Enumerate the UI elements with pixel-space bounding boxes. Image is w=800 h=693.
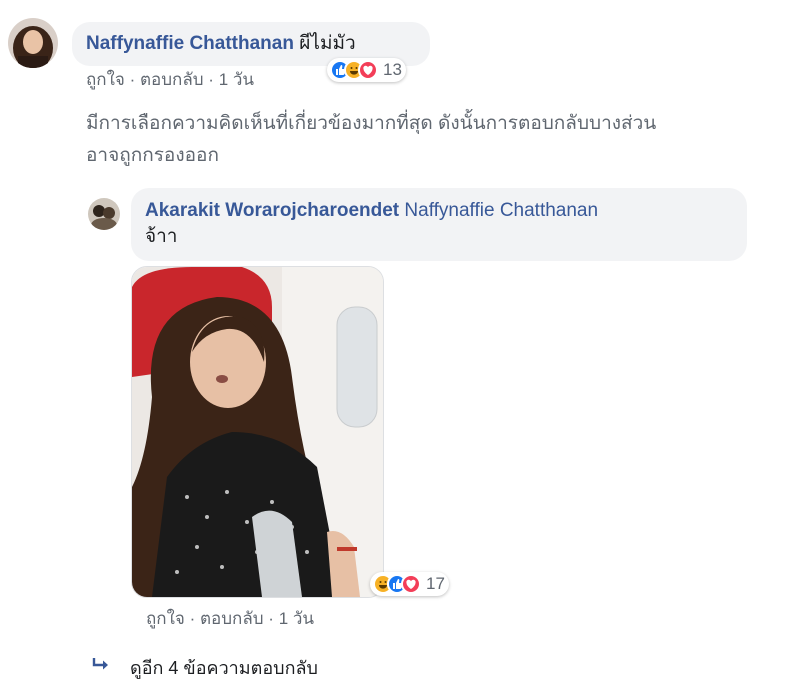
filter-note-line-2: อาจถูกกรองออก — [86, 145, 219, 166]
reply-actions: ถูกใจ · ตอบกลับ · 1 วัน — [146, 608, 314, 630]
tagged-user[interactable]: Naffynaffie Chatthanan — [404, 200, 598, 221]
reaction-count: 13 — [383, 60, 402, 79]
love-icon — [401, 574, 421, 594]
reply-text: จ้าา — [145, 226, 178, 247]
reply-bubble: Akarakit Worarojcharoendet Naffynaffie C… — [131, 188, 747, 261]
reply-author[interactable]: Akarakit Worarojcharoendet — [145, 200, 399, 221]
comment-time[interactable]: 1 วัน — [219, 70, 254, 89]
view-more-replies-label: ดูอีก 4 ข้อความตอบกลับ — [130, 658, 318, 678]
separator: · — [129, 70, 136, 89]
comment-text: ผีไม่มัว — [299, 33, 356, 54]
view-more-replies[interactable]: ดูอีก 4 ข้อความตอบกลับ — [92, 653, 318, 682]
filter-note-line-1: มีการเลือกความคิดเห็นที่เกี่ยวข้องมากที่… — [86, 113, 657, 134]
reaction-count: 17 — [426, 574, 445, 593]
reply-time[interactable]: 1 วัน — [279, 609, 314, 628]
filter-note: มีการเลือกความคิดเห็นที่เกี่ยวข้องมากที่… — [86, 108, 786, 172]
reply-reactions[interactable]: 17 — [370, 572, 449, 596]
comment-author[interactable]: Naffynaffie Chatthanan — [86, 33, 294, 54]
replier-avatar[interactable] — [88, 198, 120, 230]
separator: · — [268, 609, 274, 628]
reply-arrow-icon — [92, 657, 112, 678]
commenter-avatar[interactable] — [8, 18, 58, 68]
comment-actions: ถูกใจ · ตอบกลับ · 1 วัน — [86, 69, 254, 91]
love-icon — [358, 60, 378, 80]
like-link[interactable]: ถูกใจ — [86, 70, 125, 89]
separator: · — [189, 609, 196, 628]
like-link[interactable]: ถูกใจ — [146, 609, 185, 628]
reply-link[interactable]: ตอบกลับ — [200, 609, 264, 628]
reply-link[interactable]: ตอบกลับ — [140, 70, 204, 89]
comment-reactions[interactable]: 13 — [327, 58, 406, 82]
photo-content — [132, 267, 383, 597]
reply-photo[interactable] — [131, 266, 384, 598]
separator: · — [208, 70, 214, 89]
